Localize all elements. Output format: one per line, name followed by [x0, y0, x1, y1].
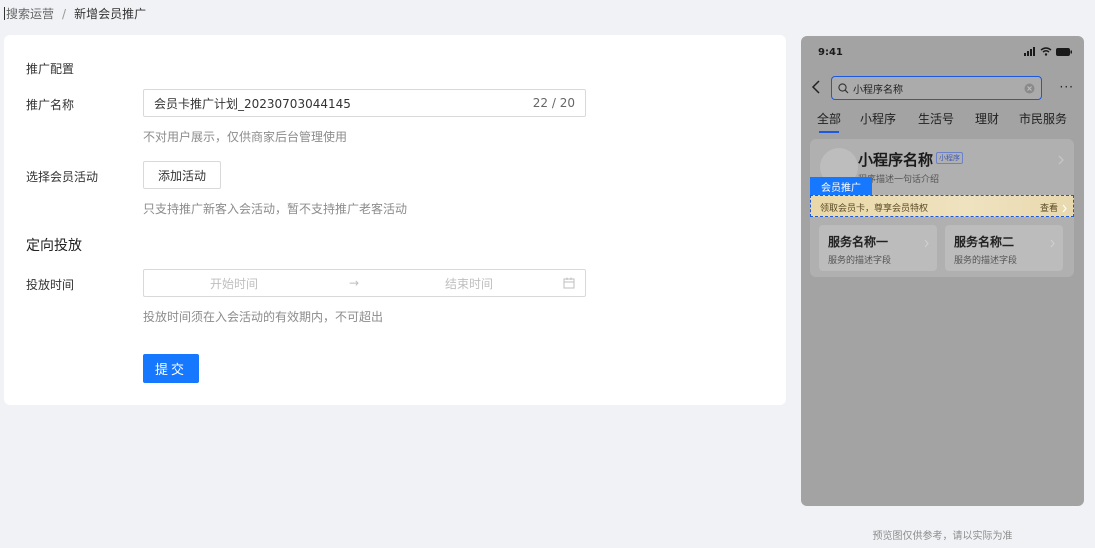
member-promo-label: 会员推广 — [810, 177, 872, 195]
member-promo-bar[interactable]: 领取会员卡，尊享会员特权 查看 — [810, 195, 1074, 217]
service-name: 服务名称二 — [954, 235, 1015, 249]
time-label: 投放时间 — [26, 278, 75, 292]
promo-bar-text: 领取会员卡，尊享会员特权 — [820, 204, 929, 214]
service-desc: 服务的描述字段 — [828, 256, 892, 266]
preview-search-box[interactable]: 小程序名称 — [831, 76, 1042, 100]
status-icons — [1024, 47, 1072, 56]
tab-finance[interactable]: 理财 — [975, 110, 999, 127]
preview-search-text: 小程序名称 — [853, 84, 903, 96]
phone-preview: 9:41 小程序名称 ··· 全部 小程序 生活号 理财 市民服务 小程序名称 … — [801, 36, 1084, 506]
preview-note: 预览图仅供参考，请以实际为准 — [872, 531, 1013, 542]
promo-name-hint: 不对用户展示，仅供商家后台管理使用 — [143, 130, 348, 144]
tab-miniapp[interactable]: 小程序 — [860, 110, 896, 127]
activity-label: 选择会员活动 — [26, 170, 99, 184]
promo-name-label: 推广名称 — [26, 98, 75, 112]
text-cursor — [4, 7, 5, 20]
submit-button[interactable]: 提交 — [143, 354, 199, 383]
add-activity-button[interactable]: 添加活动 — [143, 161, 221, 189]
preview-tabs: 全部 小程序 生活号 理财 市民服务 — [801, 110, 1084, 133]
status-time: 9:41 — [818, 47, 843, 58]
chevron-right-icon — [1058, 154, 1064, 168]
end-time-input[interactable]: 结束时间 — [384, 275, 554, 292]
chevron-right-icon — [1050, 237, 1055, 251]
breadcrumb-current: 新增会员推广 — [74, 7, 147, 21]
more-icon[interactable]: ··· — [1060, 80, 1074, 94]
signal-icon — [1024, 47, 1035, 56]
status-bar: 9:41 — [801, 36, 1084, 70]
calendar-icon[interactable] — [563, 277, 575, 292]
section-title-targeting: 定向投放 — [26, 238, 82, 254]
time-hint: 投放时间须在入会活动的有效期内，不可超出 — [143, 310, 384, 324]
service-item-2[interactable]: 服务名称二 服务的描述字段 — [945, 225, 1063, 271]
service-desc: 服务的描述字段 — [954, 256, 1018, 266]
preview-search-row: 小程序名称 ··· — [801, 76, 1084, 102]
clear-icon[interactable] — [1024, 83, 1035, 97]
service-item-1[interactable]: 服务名称一 服务的描述字段 — [819, 225, 937, 271]
search-icon — [838, 82, 849, 93]
start-time-input[interactable]: 开始时间 — [144, 275, 324, 292]
form-card: 推广配置 推广名称 会员卡推广计划_20230703044145 22 / 20… — [4, 35, 786, 405]
breadcrumb-link-search-ops[interactable]: 搜索运营 — [6, 5, 54, 22]
promo-name-input[interactable]: 会员卡推广计划_20230703044145 22 / 20 — [143, 89, 586, 117]
range-arrow: → — [348, 276, 360, 290]
wifi-icon — [1040, 47, 1052, 56]
promo-view-link[interactable]: 查看 — [1040, 201, 1058, 214]
tab-citizen-service[interactable]: 市民服务 — [1019, 110, 1067, 127]
battery-icon — [1056, 47, 1072, 56]
chevron-right-icon — [1062, 202, 1067, 216]
tab-all[interactable]: 全部 — [817, 110, 841, 133]
activity-hint: 只支持推广新客入会活动，暂不支持推广老客活动 — [143, 202, 408, 216]
service-name: 服务名称一 — [828, 235, 889, 249]
date-range-picker[interactable]: 开始时间 → 结束时间 — [143, 269, 586, 297]
chevron-right-icon — [924, 237, 929, 251]
section-title-config: 推广配置 — [26, 62, 75, 76]
miniapp-tag: 小程序 — [936, 152, 963, 164]
back-chevron-icon[interactable] — [811, 79, 821, 98]
breadcrumb-separator: / — [62, 6, 67, 21]
promo-name-value: 会员卡推广计划_20230703044145 — [154, 96, 351, 111]
tab-life-account[interactable]: 生活号 — [918, 110, 954, 127]
char-counter: 22 / 20 — [532, 96, 575, 110]
miniapp-name: 小程序名称 — [858, 151, 934, 169]
breadcrumb: 搜索运营 / 新增会员推广 — [4, 5, 146, 22]
miniapp-result-card[interactable]: 小程序名称 小程序 程序描述一句话介绍 会员推广 领取会员卡，尊享会员特权 查看… — [810, 139, 1074, 277]
